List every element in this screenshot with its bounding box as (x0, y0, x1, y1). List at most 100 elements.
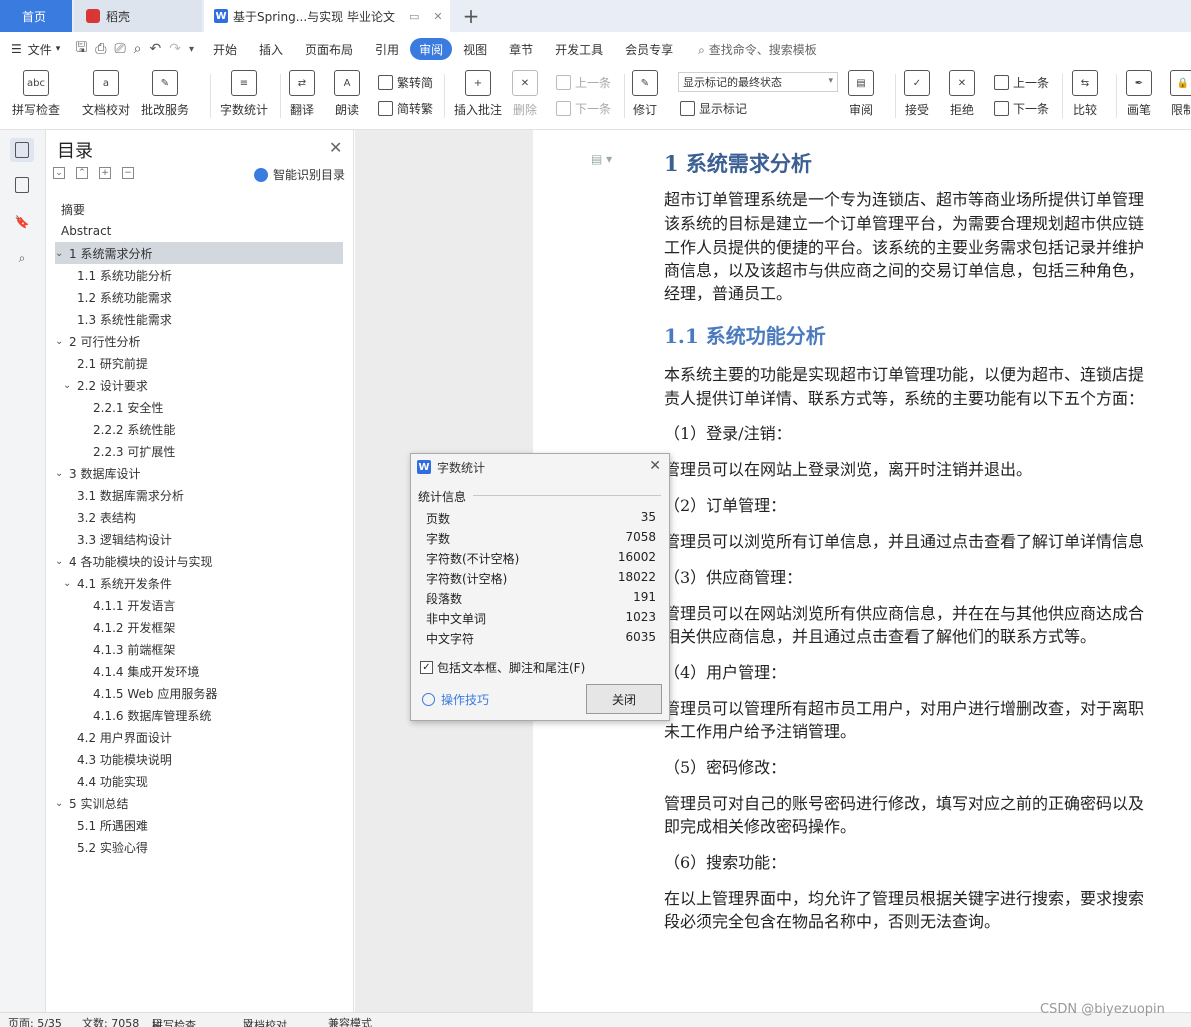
page-indicator[interactable]: 页面: 5/35 (8, 1015, 62, 1027)
prev-change-button[interactable]: 上一条 (994, 74, 1049, 91)
toc-close-icon[interactable]: ✕ (329, 138, 342, 157)
more-icon[interactable]: ▾ (189, 44, 194, 55)
toc-item[interactable]: 2.2.2 系统性能 (55, 418, 343, 440)
chevron-down-icon[interactable]: ⌄ (63, 380, 75, 391)
toc-item[interactable]: 3.3 逻辑结构设计 (55, 528, 343, 550)
toc-item[interactable]: 4.1.1 开发语言 (55, 594, 343, 616)
undo-icon[interactable]: ↶ (150, 41, 162, 57)
toc-item[interactable]: ⌄ 4.1 系统开发条件 (55, 572, 343, 594)
new-tab-button[interactable]: + (456, 0, 486, 32)
menu-item[interactable]: 开发工具 (544, 38, 614, 60)
menu-item[interactable]: 插入 (248, 38, 294, 60)
toc-item[interactable]: 3.2 表结构 (55, 506, 343, 528)
batch-service-button[interactable]: ✎ 批改服务 (141, 70, 189, 118)
spell-check-button[interactable]: abc 拼写检查 (12, 70, 60, 118)
insert-comment-button[interactable]: + 插入批注 (454, 70, 502, 118)
prev-comment-button[interactable]: 上一条 (556, 74, 611, 91)
menu-item-review[interactable]: 审阅 (410, 38, 453, 60)
read-aloud-button[interactable]: A 朗读 (334, 70, 360, 118)
tab-close-icon[interactable]: ✕ (433, 10, 442, 23)
toc-item[interactable]: 5.1 所遇困难 (55, 814, 343, 836)
next-change-button[interactable]: 下一条 (994, 100, 1049, 117)
print-preview-icon[interactable]: ⌕ (134, 41, 142, 57)
compare-button[interactable]: ⇆ 比较 (1072, 70, 1098, 118)
chevron-down-icon[interactable]: ⌄ (55, 798, 67, 809)
search-icon[interactable]: ⌕ (10, 246, 34, 270)
toc-item[interactable]: 1.2 系统功能需求 (55, 286, 343, 308)
toc-item[interactable]: 5.2 实验心得 (55, 836, 343, 858)
toc-item[interactable]: 摘要 (55, 198, 343, 220)
menu-item[interactable]: 章节 (498, 38, 544, 60)
toc-item[interactable]: ⌄ 3 数据库设计 (55, 462, 343, 484)
add-heading-icon[interactable]: + (99, 167, 111, 179)
simp-to-trad-button[interactable]: 简转繁 (378, 100, 433, 117)
tips-link[interactable]: 操作技巧 (422, 691, 489, 708)
translate-button[interactable]: ⇄ 翻译 (289, 70, 315, 118)
delete-comment-button[interactable]: ✕ 删除 (512, 70, 538, 118)
accept-button[interactable]: ✓ 接受 (904, 70, 930, 118)
toc-item[interactable]: ⌄ 1 系统需求分析 (55, 242, 343, 264)
restrict-editing-button[interactable]: 🔒 限制 (1170, 70, 1191, 118)
chevron-down-icon[interactable]: ⌄ (55, 468, 67, 479)
word-count-button[interactable]: ≡ 字数统计 (220, 70, 268, 118)
expand-all-icon[interactable]: ⌃ (76, 167, 88, 179)
toc-item[interactable]: ⌄ 5 实训总结 (55, 792, 343, 814)
menu-item[interactable]: 会员专享 (614, 38, 684, 60)
toc-item[interactable]: 1.3 系统性能需求 (55, 308, 343, 330)
toc-item[interactable]: 1.1 系统功能分析 (55, 264, 343, 286)
toc-item[interactable]: 4.1.6 数据库管理系统 (55, 704, 343, 726)
markup-state-select[interactable]: 显示标记的最终状态 ▾ (678, 72, 838, 92)
review-pane-button[interactable]: ▤ 审阅 (848, 70, 874, 118)
toc-item[interactable]: 4.1.3 前端框架 (55, 638, 343, 660)
toc-item[interactable]: ⌄ 2 可行性分析 (55, 330, 343, 352)
chapter-nav-icon[interactable] (10, 173, 34, 197)
collapse-all-icon[interactable]: ⌄ (53, 167, 65, 179)
chevron-down-icon[interactable]: ⌄ (63, 578, 75, 589)
toc-item[interactable]: ⌄ 4 各功能模块的设计与实现 (55, 550, 343, 572)
toc-item[interactable]: 4.2 用户界面设计 (55, 726, 343, 748)
toc-item[interactable]: 3.1 数据库需求分析 (55, 484, 343, 506)
smart-toc-button[interactable]: 智能识别目录 (254, 166, 345, 183)
redo-icon[interactable]: ↷ (169, 41, 181, 57)
toc-panel-icon[interactable] (10, 138, 34, 162)
include-textbox-checkbox[interactable]: ✓ 包括文本框、脚注和尾注(F) (420, 659, 585, 676)
track-changes-button[interactable]: ✎ 修订 (632, 70, 658, 118)
export-icon[interactable]: ⎙ (95, 41, 106, 57)
paragraph-menu-icon[interactable]: ▤ ▾ (591, 152, 612, 166)
chevron-down-icon[interactable]: ⌄ (55, 248, 67, 259)
toc-item[interactable]: 4.1.2 开发框架 (55, 616, 343, 638)
show-markup-button[interactable]: 显示标记 (680, 100, 747, 117)
pen-button[interactable]: ✒ 画笔 (1126, 70, 1152, 118)
toc-item[interactable]: 4.4 功能实现 (55, 770, 343, 792)
tab-daoke[interactable]: 稻壳 (74, 0, 202, 32)
tab-home[interactable]: 首页 (0, 0, 72, 32)
chevron-down-icon[interactable]: ⌄ (55, 336, 67, 347)
save-icon[interactable]: 🖫 (75, 37, 87, 61)
dialog-close-icon[interactable]: ✕ (649, 458, 661, 474)
close-button[interactable]: 关闭 (586, 684, 662, 714)
remove-heading-icon[interactable]: − (122, 167, 134, 179)
toc-item[interactable]: 2.2.1 安全性 (55, 396, 343, 418)
file-menu[interactable]: ☰ 文件 ▾ (0, 38, 71, 60)
toc-item[interactable]: 4.1.4 集成开发环境 (55, 660, 343, 682)
menu-item[interactable]: 开始 (202, 38, 248, 60)
reject-button[interactable]: ✕ 拒绝 (949, 70, 975, 118)
tab-window-icon[interactable]: ▭ (409, 10, 419, 23)
tab-document[interactable]: W 基于Spring...与实现 毕业论文 ▭ ✕ (204, 0, 450, 32)
toc-item[interactable]: 2.2.3 可扩展性 (55, 440, 343, 462)
menu-item[interactable]: 视图 (452, 38, 498, 60)
toc-item[interactable]: Abstract (55, 220, 343, 242)
trad-to-simp-button[interactable]: 繁转简 (378, 74, 433, 91)
toc-item[interactable]: ⌄ 2.2 设计要求 (55, 374, 343, 396)
toc-item[interactable]: 2.1 研究前提 (55, 352, 343, 374)
chevron-down-icon[interactable]: ⌄ (55, 556, 67, 567)
command-search[interactable]: ⌕ 查找命令、搜索模板 (698, 41, 817, 58)
word-count-indicator[interactable]: 文数: 7058 (82, 1015, 139, 1027)
print-icon[interactable]: ⎚ (114, 41, 125, 57)
bookmark-icon[interactable]: 🔖 (10, 210, 34, 234)
menu-item[interactable]: 页面布局 (294, 38, 364, 60)
doc-check-button[interactable]: a 文档校对 (82, 70, 130, 118)
next-comment-button[interactable]: 下一条 (556, 100, 611, 117)
menu-item[interactable]: 引用 (364, 38, 410, 60)
toc-item[interactable]: 4.1.5 Web 应用服务器 (55, 682, 343, 704)
